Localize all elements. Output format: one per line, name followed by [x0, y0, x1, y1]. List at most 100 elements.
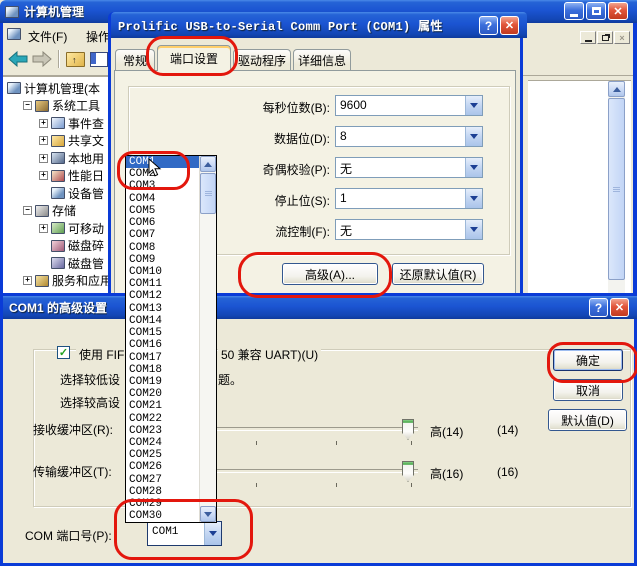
com-port-number-select[interactable]: COM1 — [147, 521, 222, 546]
maximize-button[interactable] — [586, 2, 606, 20]
tree-item-11[interactable]: +服务和应用 — [3, 273, 108, 289]
collapse-icon[interactable]: − — [23, 206, 32, 215]
tree-item-0[interactable]: 计算机管理(本 — [3, 80, 100, 96]
ok-button[interactable]: 确定 — [553, 349, 623, 371]
defaults-button[interactable]: 默认值(D) — [548, 409, 627, 431]
scroll-up-button[interactable] — [200, 156, 216, 172]
dropdown-item-com20[interactable]: COM20 — [126, 388, 199, 400]
restore-defaults-button[interactable]: 还原默认值(R) — [392, 263, 484, 285]
cancel-button[interactable]: 取消 — [553, 379, 623, 401]
dropdown-item-com27[interactable]: COM27 — [126, 474, 199, 486]
advanced-help-button[interactable]: ? — [589, 298, 608, 317]
bits-per-second-select[interactable]: 9600 — [335, 95, 483, 116]
dropdown-item-com14[interactable]: COM14 — [126, 315, 199, 327]
dropdown-item-com24[interactable]: COM24 — [126, 437, 199, 449]
dropdown-item-com25[interactable]: COM25 — [126, 449, 199, 461]
expand-icon[interactable]: + — [39, 154, 48, 163]
dropdown-item-com4[interactable]: COM4 — [126, 193, 199, 205]
advanced-close-button[interactable]: ✕ — [610, 298, 629, 317]
scroll-thumb[interactable] — [200, 173, 216, 214]
dropdown-item-com9[interactable]: COM9 — [126, 254, 199, 266]
properties-dialog-titlebar[interactable]: Prolific USB-to-Serial Comm Port (COM1) … — [111, 12, 527, 38]
tree-item-4[interactable]: +本地用 — [3, 150, 104, 166]
dropdown-item-com28[interactable]: COM28 — [126, 486, 199, 498]
dropdown-item-com12[interactable]: COM12 — [126, 290, 199, 302]
dropdown-scrollbar[interactable] — [199, 156, 216, 522]
tab-driver[interactable]: 驱动程序 — [233, 49, 291, 71]
chevron-down-icon[interactable] — [465, 96, 482, 115]
up-folder-icon[interactable]: ↑ — [66, 52, 85, 67]
dropdown-item-com15[interactable]: COM15 — [126, 327, 199, 339]
menu-file[interactable]: 文件(F) — [28, 28, 67, 45]
tab-details[interactable]: 详细信息 — [293, 49, 351, 71]
dropdown-item-com16[interactable]: COM16 — [126, 339, 199, 351]
fifo-checkbox[interactable]: ✓ — [57, 346, 70, 359]
advanced-button[interactable]: 高级(A)... — [282, 263, 378, 285]
dropdown-item-com13[interactable]: COM13 — [126, 303, 199, 315]
tree-pane[interactable]: 计算机管理(本 −系统工具+事件查 +共享文+本地用 +性能日设备管 −存储+可移动磁盘… — [3, 76, 108, 294]
dropdown-item-com22[interactable]: COM22 — [126, 413, 199, 425]
dropdown-item-com3[interactable]: COM3 — [126, 180, 199, 192]
dropdown-item-com18[interactable]: COM18 — [126, 364, 199, 376]
data-bits-select[interactable]: 8 — [335, 126, 483, 147]
tree-item-3[interactable]: +共享文 — [3, 133, 104, 149]
menu-action[interactable]: 操作 — [86, 28, 108, 45]
com-port-dropdown-list[interactable]: COM1COM2COM3COM4COM5COM6COM7COM8COM9COM1… — [125, 155, 217, 523]
scroll-thumb[interactable] — [608, 98, 625, 280]
dropdown-item-com8[interactable]: COM8 — [126, 242, 199, 254]
right-pane-scrollbar[interactable] — [608, 81, 625, 293]
dropdown-item-com29[interactable]: COM29 — [126, 498, 199, 510]
tree-item-1[interactable]: −系统工具 — [3, 98, 100, 114]
dropdown-item-com6[interactable]: COM6 — [126, 217, 199, 229]
dropdown-item-com2[interactable]: COM2 — [126, 168, 199, 180]
dropdown-item-com19[interactable]: COM19 — [126, 376, 199, 388]
tree-item-5[interactable]: +性能日 — [3, 168, 104, 184]
dropdown-item-com21[interactable]: COM21 — [126, 400, 199, 412]
tab-general[interactable]: 常规 — [115, 49, 155, 71]
dropdown-item-com11[interactable]: COM11 — [126, 278, 199, 290]
advanced-dialog-titlebar[interactable]: COM1 的高级设置 — [3, 296, 637, 319]
properties-close-button[interactable]: ✕ — [500, 16, 519, 35]
chevron-down-icon[interactable] — [465, 189, 482, 208]
tab-port-settings[interactable]: 端口设置 — [157, 45, 231, 71]
chevron-down-icon[interactable] — [465, 127, 482, 146]
tree-item-8[interactable]: +可移动 — [3, 220, 104, 236]
back-icon[interactable] — [8, 51, 28, 67]
child-restore-button[interactable] — [597, 31, 613, 44]
properties-help-button[interactable]: ? — [479, 16, 498, 35]
chevron-down-icon[interactable] — [465, 220, 482, 239]
console-tree-icon[interactable] — [90, 52, 108, 67]
stop-bits-select[interactable]: 1 — [335, 188, 483, 209]
dropdown-item-com10[interactable]: COM10 — [126, 266, 199, 278]
dropdown-item-com26[interactable]: COM26 — [126, 461, 199, 473]
scroll-up-button[interactable] — [608, 81, 625, 97]
tree-item-2[interactable]: +事件查 — [3, 115, 104, 131]
chevron-down-icon[interactable] — [204, 522, 221, 545]
menu-system-icon[interactable] — [7, 28, 21, 40]
tree-item-10[interactable]: 磁盘管 — [3, 255, 104, 271]
expand-icon[interactable]: + — [39, 171, 48, 180]
dropdown-item-com5[interactable]: COM5 — [126, 205, 199, 217]
close-button[interactable]: ✕ — [608, 2, 628, 20]
child-close-button[interactable]: × — [614, 31, 630, 44]
flow-control-select[interactable]: 无 — [335, 219, 483, 240]
tree-item-9[interactable]: 磁盘碎 — [3, 238, 104, 254]
tree-item-6[interactable]: 设备管 — [3, 185, 104, 201]
expand-icon[interactable]: + — [39, 119, 48, 128]
dropdown-item-com30[interactable]: COM30 — [126, 510, 199, 522]
forward-icon[interactable] — [32, 51, 52, 67]
dropdown-item-com17[interactable]: COM17 — [126, 352, 199, 364]
dropdown-item-com7[interactable]: COM7 — [126, 229, 199, 241]
minimize-button[interactable] — [564, 2, 584, 20]
dropdown-item-com23[interactable]: COM23 — [126, 425, 199, 437]
scroll-down-button[interactable] — [200, 506, 216, 522]
dropdown-item-com1[interactable]: COM1 — [126, 156, 199, 168]
expand-icon[interactable]: + — [39, 224, 48, 233]
parity-select[interactable]: 无 — [335, 157, 483, 178]
chevron-down-icon[interactable] — [465, 158, 482, 177]
expand-icon[interactable]: + — [23, 276, 32, 285]
child-minimize-button[interactable] — [580, 31, 596, 44]
tree-item-7[interactable]: −存储 — [3, 203, 76, 219]
collapse-icon[interactable]: − — [23, 101, 32, 110]
expand-icon[interactable]: + — [39, 136, 48, 145]
